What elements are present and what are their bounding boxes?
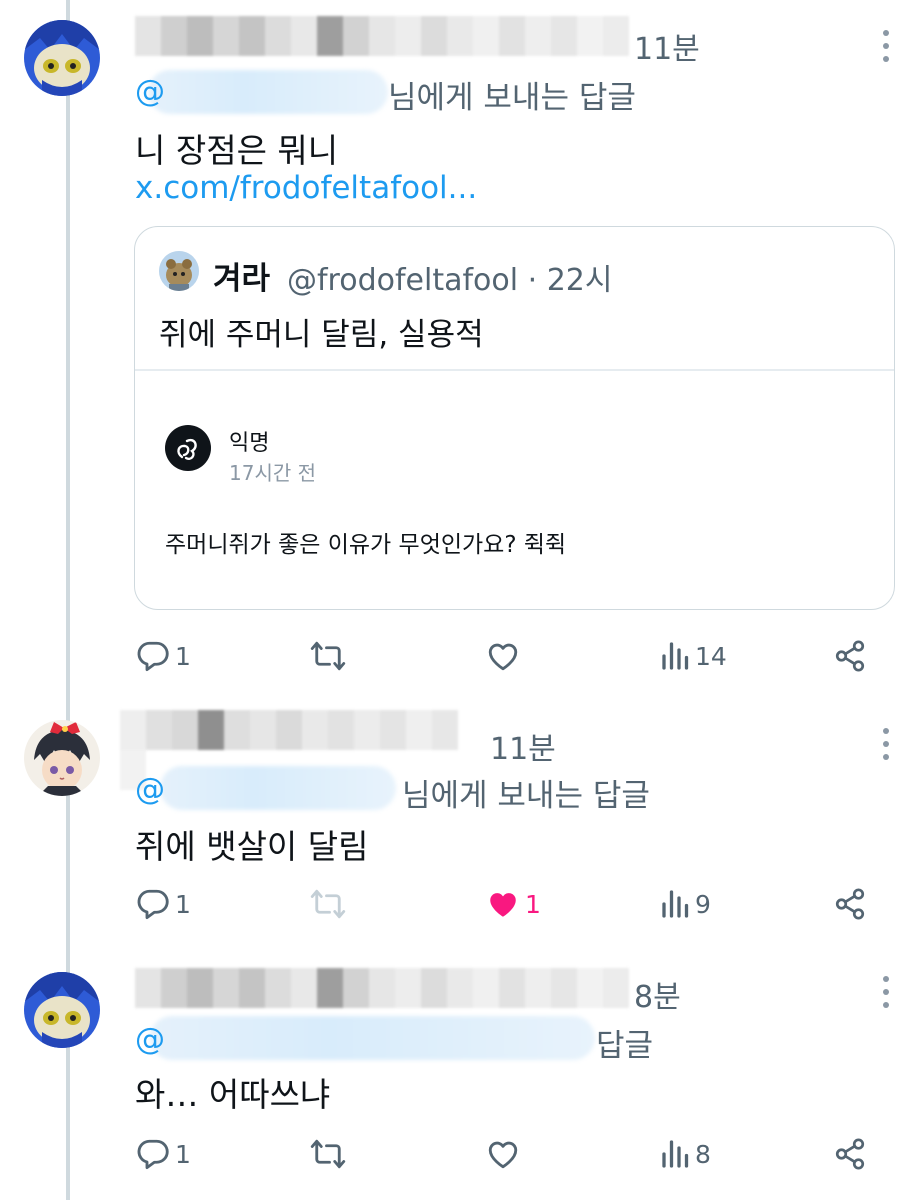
- views-button[interactable]: 8: [661, 1134, 711, 1174]
- like-icon: [488, 643, 518, 671]
- tweet-link[interactable]: x.com/frodofeltafool...: [135, 170, 477, 206]
- quote-author-handle-time[interactable]: @frodofeltafool · 22시: [287, 255, 612, 299]
- like-button[interactable]: [485, 1134, 521, 1174]
- view-count: 9: [695, 889, 711, 919]
- reply-count: 1: [175, 641, 191, 671]
- views-icon: [662, 890, 689, 918]
- views-icon: [662, 1140, 689, 1168]
- tweet-1[interactable]: 11분 @ 님에게 보내는 답글 니 장점은 뭐니 x.com/frodofel…: [0, 0, 923, 700]
- reply-to-at: @: [135, 772, 165, 807]
- retweet-button[interactable]: [309, 1134, 347, 1174]
- avatar[interactable]: [24, 972, 100, 1048]
- like-filled-icon: [490, 893, 516, 917]
- timestamp[interactable]: 8분: [634, 972, 681, 1016]
- quote-text: 쥐에 주머니 달림, 실용적: [159, 317, 484, 353]
- tweet-3[interactable]: 8분 @ 답글 와… 어따쓰냐 1 8: [0, 950, 923, 1200]
- more-icon[interactable]: [883, 728, 891, 767]
- action-bar: 1 8: [135, 1134, 875, 1174]
- reply-to-handle-blurred[interactable]: [160, 766, 396, 810]
- reply-to-at: @: [135, 1022, 165, 1057]
- like-count: 1: [525, 889, 541, 919]
- quote-tweet[interactable]: 겨라 @frodofeltafool · 22시 쥐에 주머니 달림, 실용적 …: [134, 226, 895, 610]
- reply-button[interactable]: 1: [135, 636, 191, 676]
- reply-to-label: 답글: [596, 1028, 654, 1064]
- view-count: 14: [695, 641, 727, 671]
- retweet-button[interactable]: [309, 636, 347, 676]
- share-button[interactable]: [833, 884, 867, 924]
- reply-count: 1: [175, 889, 191, 919]
- author-name-blurred[interactable]: [135, 968, 630, 1008]
- retweet-icon: [310, 1139, 346, 1169]
- reply-to-handle-blurred[interactable]: [150, 1016, 595, 1060]
- reply-button[interactable]: 1: [135, 884, 191, 924]
- reply-count: 1: [175, 1139, 191, 1169]
- author-name-blurred[interactable]: [135, 16, 630, 56]
- reply-icon: [137, 1139, 169, 1170]
- tweet-text: 니 장점은 뭐니: [135, 131, 339, 170]
- reply-icon: [137, 641, 169, 672]
- retweet-icon: [310, 641, 346, 671]
- anonymous-logo-icon: [165, 425, 211, 471]
- reply-to-label: 님에게 보내는 답글: [388, 80, 636, 116]
- avatar[interactable]: [24, 20, 100, 96]
- share-icon: [835, 640, 865, 672]
- like-button-active[interactable]: 1: [485, 884, 541, 924]
- more-icon[interactable]: [883, 30, 891, 69]
- share-button[interactable]: [833, 1134, 867, 1174]
- quote-divider: [135, 369, 894, 371]
- timestamp[interactable]: 11분: [490, 724, 556, 768]
- share-icon: [835, 1138, 865, 1170]
- embed-time: 17시간 전: [229, 461, 317, 485]
- tweet-text: 쥐에 뱃살이 달림: [135, 827, 369, 866]
- views-button[interactable]: 14: [661, 636, 727, 676]
- reply-button[interactable]: 1: [135, 1134, 191, 1174]
- more-icon[interactable]: [883, 976, 891, 1015]
- quote-avatar[interactable]: [159, 251, 199, 291]
- avatar[interactable]: [24, 720, 100, 796]
- tweet-2[interactable]: 11분 @ 님에게 보내는 답글 쥐에 뱃살이 달림 1 1 9: [0, 700, 923, 950]
- retweet-button[interactable]: [309, 884, 347, 924]
- reply-to-handle-blurred[interactable]: [148, 70, 388, 114]
- action-bar: 1 1 9: [135, 884, 875, 924]
- like-button[interactable]: [485, 636, 521, 676]
- author-name-blurred[interactable]: [120, 710, 480, 790]
- embed-author-name: 익명: [229, 431, 270, 456]
- reply-icon: [137, 889, 169, 920]
- retweet-icon: [310, 889, 346, 919]
- like-icon: [488, 1141, 518, 1169]
- quote-author-name[interactable]: 겨라: [213, 253, 270, 298]
- views-icon: [662, 642, 689, 670]
- action-bar: 1 14: [135, 636, 875, 676]
- view-count: 8: [695, 1139, 711, 1169]
- reply-to-label: 님에게 보내는 답글: [402, 778, 650, 814]
- timestamp[interactable]: 11분: [634, 24, 700, 68]
- share-button[interactable]: [833, 636, 867, 676]
- share-icon: [835, 888, 865, 920]
- reply-to-at: @: [135, 74, 165, 109]
- views-button[interactable]: 9: [661, 884, 711, 924]
- embed-question: 주머니쥐가 좋은 이유가 무엇인가요? 쥑쥑: [165, 532, 567, 558]
- tweet-text: 와… 어따쓰냐: [135, 1075, 331, 1114]
